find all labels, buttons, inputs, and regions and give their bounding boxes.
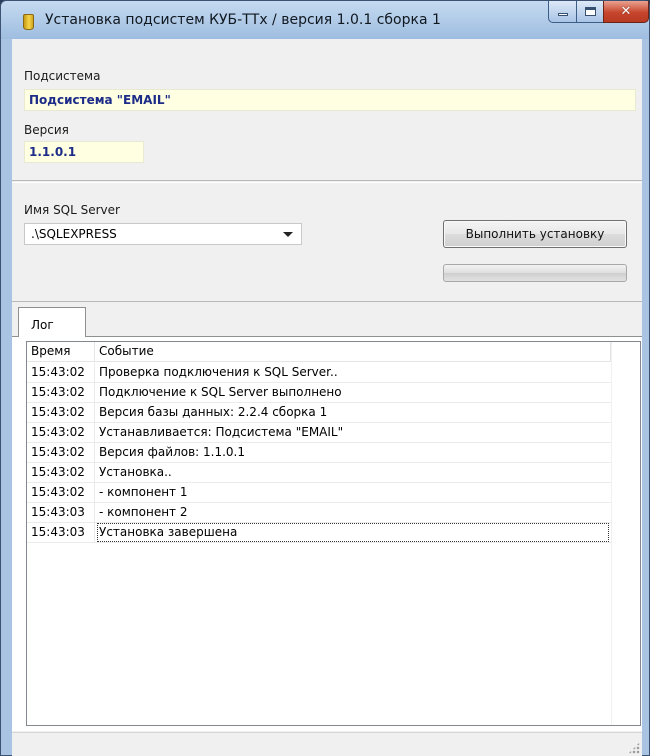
client-area: Подсистема Подсистема "EMAIL" Версия 1.1… [12,39,642,756]
maximize-button[interactable] [576,1,603,23]
log-event-cell: Установка завершена [97,523,609,542]
log-time-cell: 15:43:02 [27,383,95,402]
log-event-cell: Версия файлов: 1.1.0.1 [99,445,245,459]
install-progress-bar [443,264,627,282]
installer-window: Установка подсистем КУБ-ТТх / версия 1.0… [0,0,650,756]
log-time-cell: 15:43:02 [27,483,95,502]
log-event-cell: Подключение к SQL Server выполнено [99,385,342,399]
minimize-icon [557,13,568,16]
resize-grip[interactable] [628,742,640,754]
maximize-icon [584,7,596,16]
table-row[interactable]: 15:43:02 Версия файлов: 1.1.0.1 [27,443,611,463]
version-label: Версия [24,123,69,137]
status-bar [12,732,642,756]
table-row[interactable]: 15:43:02 Версия базы данных: 2.2.4 сборка… [27,403,611,423]
caption-buttons: ✕ [548,1,649,23]
column-header-event[interactable]: Событие [95,342,611,362]
log-time-cell: 15:43:02 [27,403,95,422]
log-time-cell: 15:43:02 [27,463,95,482]
table-row[interactable]: 15:43:03 - компонент 2 [27,503,611,523]
list-scroll-gutter [611,342,640,725]
sql-server-value: .\SQLEXPRESS [31,227,117,241]
title-bar[interactable]: Установка подсистем КУБ-ТТх / версия 1.0… [1,1,649,39]
version-field: 1.1.0.1 [24,141,144,163]
tab-log[interactable]: Лог [18,307,86,337]
close-button[interactable]: ✕ [603,1,649,23]
log-list-header: Время Событие [27,342,611,362]
table-row[interactable]: 15:43:02 Устанавливается: Подсистема "EMA… [27,423,611,443]
minimize-button[interactable] [548,1,576,23]
log-event-cell: Устанавливается: Подсистема "EMAIL" [99,425,344,439]
subsystem-label: Подсистема [24,69,101,83]
table-row[interactable]: 15:43:02 Проверка подключения к SQL Serve… [27,363,611,383]
sql-server-select[interactable]: .\SQLEXPRESS [24,223,302,245]
table-row[interactable]: 15:43:02 Установка.. [27,463,611,483]
subsystem-panel: Подсистема Подсистема "EMAIL" Версия 1.1… [12,39,642,181]
column-header-time[interactable]: Время [27,342,95,362]
log-event-cell: - компонент 2 [99,505,188,519]
install-button[interactable]: Выполнить установку [443,220,627,248]
log-event-cell: Версия базы данных: 2.2.4 сборка 1 [99,405,328,419]
close-icon: ✕ [620,4,632,19]
log-time-cell: 15:43:02 [27,443,95,462]
chevron-down-icon[interactable] [283,232,293,237]
table-row[interactable]: 15:43:03 Установка завершена [27,523,611,543]
subsystem-field: Подсистема "EMAIL" [24,89,636,111]
log-event-cell: - компонент 1 [99,485,188,499]
log-time-cell: 15:43:03 [27,523,95,542]
cylinder-icon [23,14,34,30]
log-rows: 15:43:02 Проверка подключения к SQL Serve… [27,363,611,543]
log-event-cell: Установка.. [99,465,172,479]
sql-server-label: Имя SQL Server [24,203,120,217]
log-time-cell: 15:43:02 [27,363,95,382]
log-event-cell: Проверка подключения к SQL Server.. [99,365,338,379]
log-list[interactable]: Время Событие 15:43:02 Проверка подключен… [26,341,641,726]
log-time-cell: 15:43:02 [27,423,95,442]
log-time-cell: 15:43:03 [27,503,95,522]
window-title: Установка подсистем КУБ-ТТх / версия 1.0… [45,12,441,28]
table-row[interactable]: 15:43:02 - компонент 1 [27,483,611,503]
table-row[interactable]: 15:43:02 Подключение к SQL Server выполне… [27,383,611,403]
